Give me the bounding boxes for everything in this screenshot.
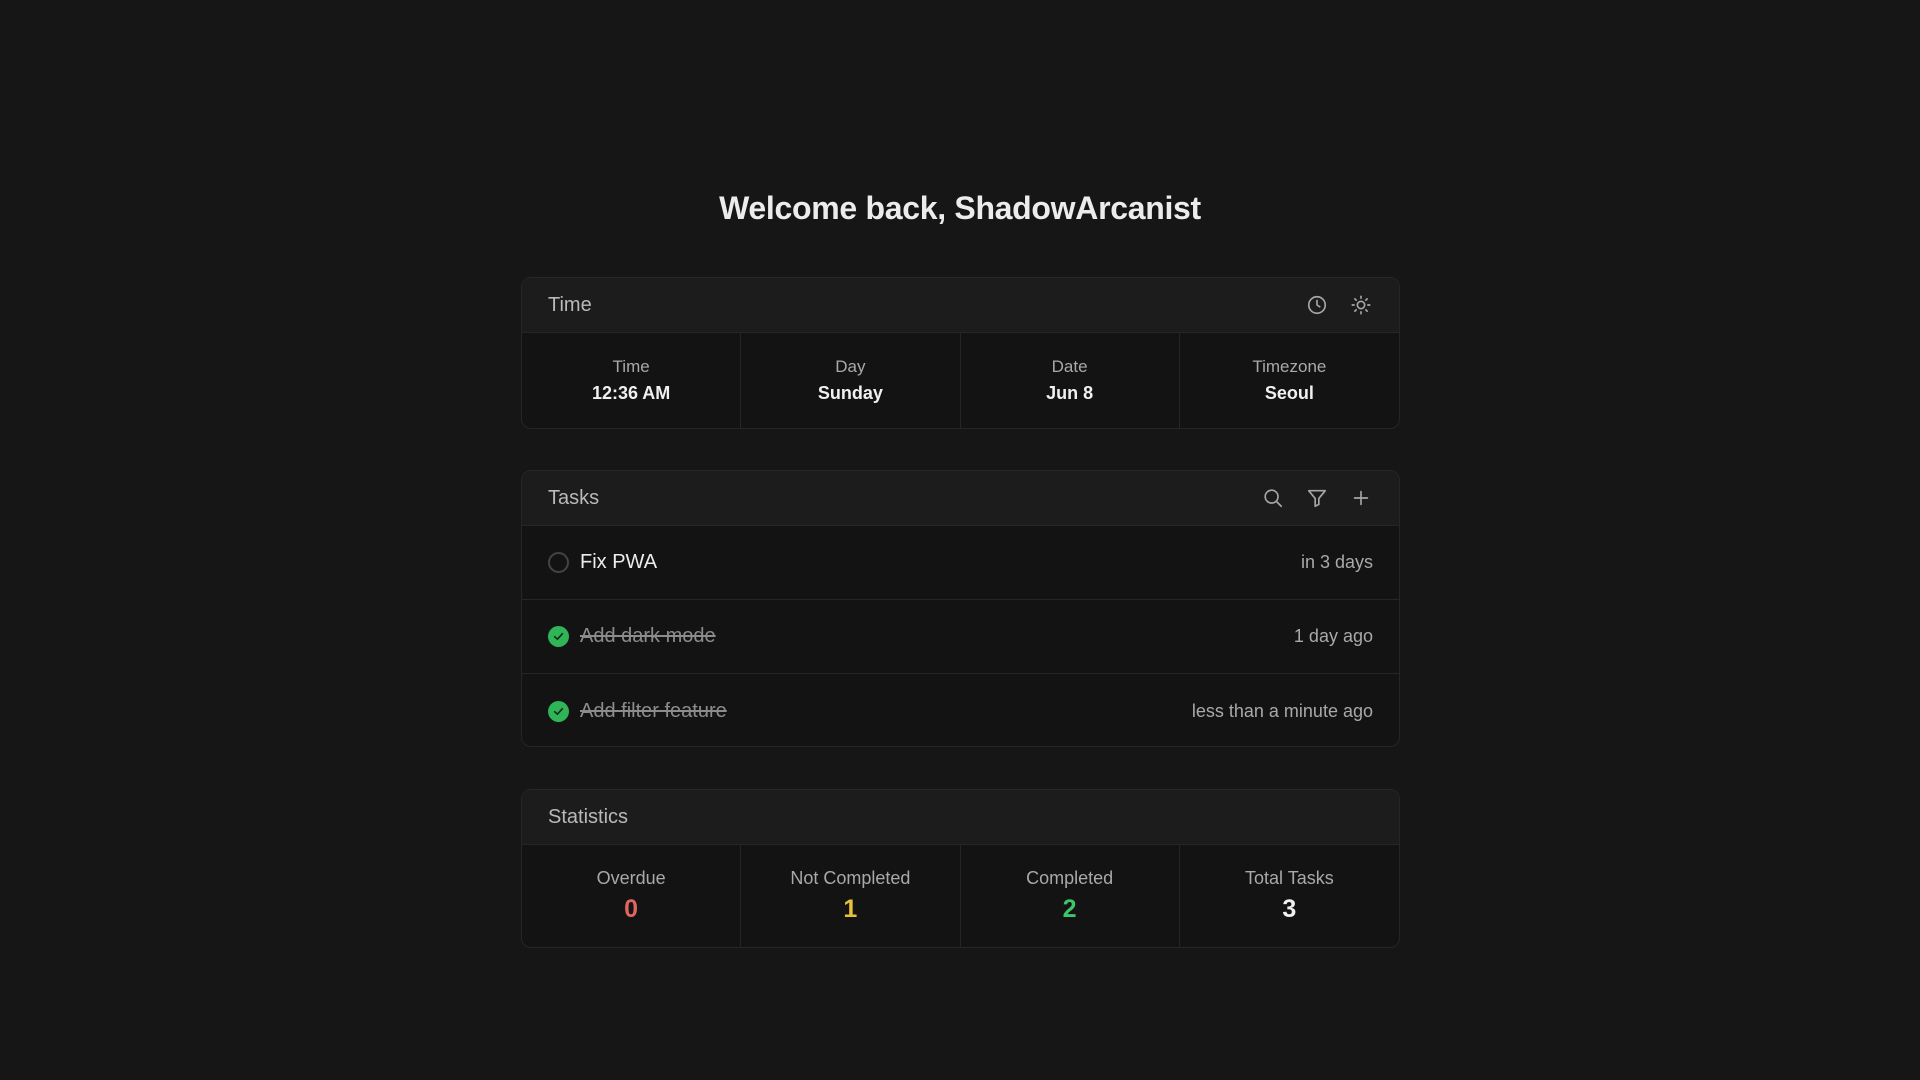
stat-value: 0 xyxy=(624,895,639,923)
date-cell: Date Jun 8 xyxy=(961,333,1180,428)
time-cell: Time 12:36 AM xyxy=(522,333,742,428)
task-checkbox-checked[interactable] xyxy=(548,700,569,722)
task-due: in 3 days xyxy=(1300,552,1373,572)
task-due: less than a minute ago xyxy=(1191,700,1373,721)
tasks-card-actions xyxy=(1261,486,1373,510)
sun-icon[interactable] xyxy=(1349,293,1373,317)
overdue-stat: Overdue 0 xyxy=(522,845,742,947)
task-row[interactable]: Add dark mode 1 day ago xyxy=(522,600,1399,674)
task-name: Add filter feature xyxy=(580,699,727,722)
day-cell: Day Sunday xyxy=(741,333,961,428)
task-row[interactable]: Fix PWA in 3 days xyxy=(522,526,1399,600)
date-value: Jun 8 xyxy=(1046,383,1094,403)
check-icon xyxy=(553,707,564,715)
tasks-card-header: Tasks xyxy=(522,471,1399,526)
welcome-title: Welcome back, ShadowArcanist xyxy=(719,190,1201,226)
time-card: Time Time 12:36 AM Day Sunday Date Jun 8… xyxy=(521,277,1400,429)
date-label: Date xyxy=(1051,357,1088,376)
task-due: 1 day ago xyxy=(1293,626,1373,646)
time-card-title: Time xyxy=(548,293,592,316)
stat-value: 3 xyxy=(1282,895,1297,923)
timezone-cell: Timezone Seoul xyxy=(1180,333,1399,428)
task-main: Add filter feature xyxy=(548,700,727,723)
not-completed-stat: Not Completed 1 xyxy=(741,845,961,947)
completed-stat: Completed 2 xyxy=(961,845,1180,947)
total-tasks-stat: Total Tasks 3 xyxy=(1180,845,1399,947)
task-main: Add dark mode xyxy=(548,625,716,648)
task-name: Add dark mode xyxy=(580,625,716,647)
statistics-card-header: Statistics xyxy=(522,790,1399,845)
stat-label: Completed xyxy=(1026,868,1114,888)
time-card-actions xyxy=(1305,293,1373,317)
time-value: 12:36 AM xyxy=(591,383,671,403)
plus-icon[interactable] xyxy=(1349,486,1373,510)
task-checkbox-unchecked[interactable] xyxy=(548,552,569,573)
clock-icon[interactable] xyxy=(1305,293,1329,317)
timezone-value: Seoul xyxy=(1264,383,1314,403)
timezone-label: Timezone xyxy=(1252,357,1327,376)
filter-icon[interactable] xyxy=(1305,486,1329,510)
stat-label: Overdue xyxy=(596,868,666,888)
task-row[interactable]: Add filter feature less than a minute ag… xyxy=(522,674,1399,746)
stat-value: 1 xyxy=(843,895,858,923)
dashboard-page: Welcome back, ShadowArcanist Time Time 1… xyxy=(0,0,1920,1080)
tasks-card-title: Tasks xyxy=(548,486,600,509)
task-checkbox-checked[interactable] xyxy=(548,626,569,647)
stat-label: Total Tasks xyxy=(1245,868,1334,888)
search-icon[interactable] xyxy=(1261,486,1285,510)
stat-value: 2 xyxy=(1062,895,1077,923)
statistics-card: Statistics Overdue 0 Not Completed 1 Com… xyxy=(521,789,1400,948)
time-label: Time xyxy=(612,357,650,376)
check-icon xyxy=(553,632,564,641)
stat-label: Not Completed xyxy=(790,868,911,888)
day-value: Sunday xyxy=(817,383,883,403)
statistics-card-title: Statistics xyxy=(548,805,629,828)
statistics-grid: Overdue 0 Not Completed 1 Completed 2 To… xyxy=(522,845,1399,947)
time-grid: Time 12:36 AM Day Sunday Date Jun 8 Time… xyxy=(522,333,1399,428)
tasks-card: Tasks Fix PWA in 3 days Add dark mode 1 … xyxy=(521,470,1400,747)
time-card-header: Time xyxy=(522,278,1399,333)
task-name: Fix PWA xyxy=(580,551,658,573)
day-label: Day xyxy=(835,357,866,376)
task-main: Fix PWA xyxy=(548,551,657,574)
